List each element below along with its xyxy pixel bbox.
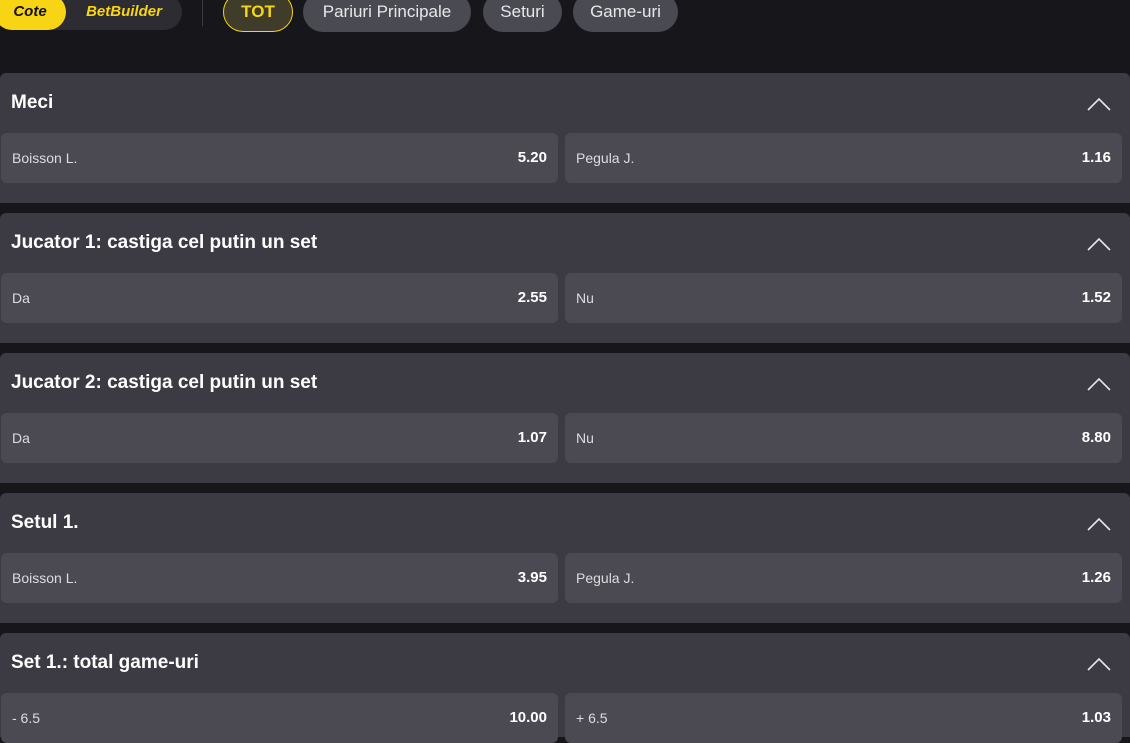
filter-tot[interactable]: TOT [223, 0, 293, 32]
odd-button[interactable]: Boisson L. 5.20 [1, 133, 558, 183]
odd-button[interactable]: Nu 1.52 [565, 273, 1122, 323]
toggle-cote[interactable]: Cote [0, 0, 66, 30]
filter-seturi[interactable]: Seturi [483, 0, 562, 32]
market-panel: Set 1.: total game-uri - 6.5 10.00 + 6.5… [0, 633, 1130, 743]
outcome-label: Pegula J. [576, 150, 635, 166]
market-title: Jucator 2: castiga cel putin un set [11, 372, 318, 393]
market-title: Set 1.: total game-uri [11, 652, 199, 673]
chevron-up-icon[interactable] [1086, 373, 1112, 393]
market-panel: Jucator 1: castiga cel putin un set Da 2… [0, 213, 1130, 343]
odd-value: 8.80 [1081, 429, 1111, 446]
outcome-label: Da [12, 290, 30, 306]
market-title: Setul 1. [11, 512, 79, 533]
odd-value: 1.03 [1081, 709, 1111, 726]
market-panel: Meci Boisson L. 5.20 Pegula J. 1.16 [0, 73, 1130, 203]
odd-value: 2.55 [517, 289, 547, 306]
odds-mode-toggle[interactable]: Cote BetBuilder [0, 0, 182, 30]
toggle-betbuilder[interactable]: BetBuilder [74, 0, 174, 30]
outcome-label: Boisson L. [12, 570, 78, 586]
odd-value: 3.95 [517, 569, 547, 586]
outcome-label: Da [12, 430, 30, 446]
separator [202, 0, 203, 26]
odd-value: 5.20 [517, 149, 547, 166]
top-filter-bar: Cote BetBuilder TOT Pariuri Principale S… [0, 0, 1130, 46]
chevron-up-icon[interactable] [1086, 233, 1112, 253]
outcome-label: Nu [576, 430, 594, 446]
odd-value: 1.52 [1081, 289, 1111, 306]
filter-pariuri-principale[interactable]: Pariuri Principale [303, 0, 471, 32]
filter-game-uri[interactable]: Game-uri [573, 0, 678, 32]
odd-button[interactable]: Pegula J. 1.16 [565, 133, 1122, 183]
outcome-label: - 6.5 [12, 710, 41, 726]
odd-button[interactable]: Nu 8.80 [565, 413, 1122, 463]
odd-button[interactable]: Da 2.55 [1, 273, 558, 323]
market-title: Meci [11, 92, 54, 113]
outcome-label: Pegula J. [576, 570, 635, 586]
chevron-up-icon[interactable] [1086, 513, 1112, 533]
outcome-label: Boisson L. [12, 150, 78, 166]
odd-button[interactable]: - 6.5 10.00 [1, 693, 558, 743]
outcome-label: Nu [576, 290, 594, 306]
odd-button[interactable]: Boisson L. 3.95 [1, 553, 558, 603]
market-panel: Setul 1. Boisson L. 3.95 Pegula J. 1.26 [0, 493, 1130, 623]
outcome-label: + 6.5 [576, 710, 608, 726]
odd-value: 10.00 [509, 709, 547, 726]
chevron-up-icon[interactable] [1086, 93, 1112, 113]
odd-value: 1.26 [1081, 569, 1111, 586]
odd-button[interactable]: Da 1.07 [1, 413, 558, 463]
odd-value: 1.07 [517, 429, 547, 446]
odd-button[interactable]: Pegula J. 1.26 [565, 553, 1122, 603]
odd-value: 1.16 [1081, 149, 1111, 166]
chevron-up-icon[interactable] [1086, 653, 1112, 673]
market-panel: Jucator 2: castiga cel putin un set Da 1… [0, 353, 1130, 483]
market-title: Jucator 1: castiga cel putin un set [11, 232, 318, 253]
odd-button[interactable]: + 6.5 1.03 [565, 693, 1122, 743]
